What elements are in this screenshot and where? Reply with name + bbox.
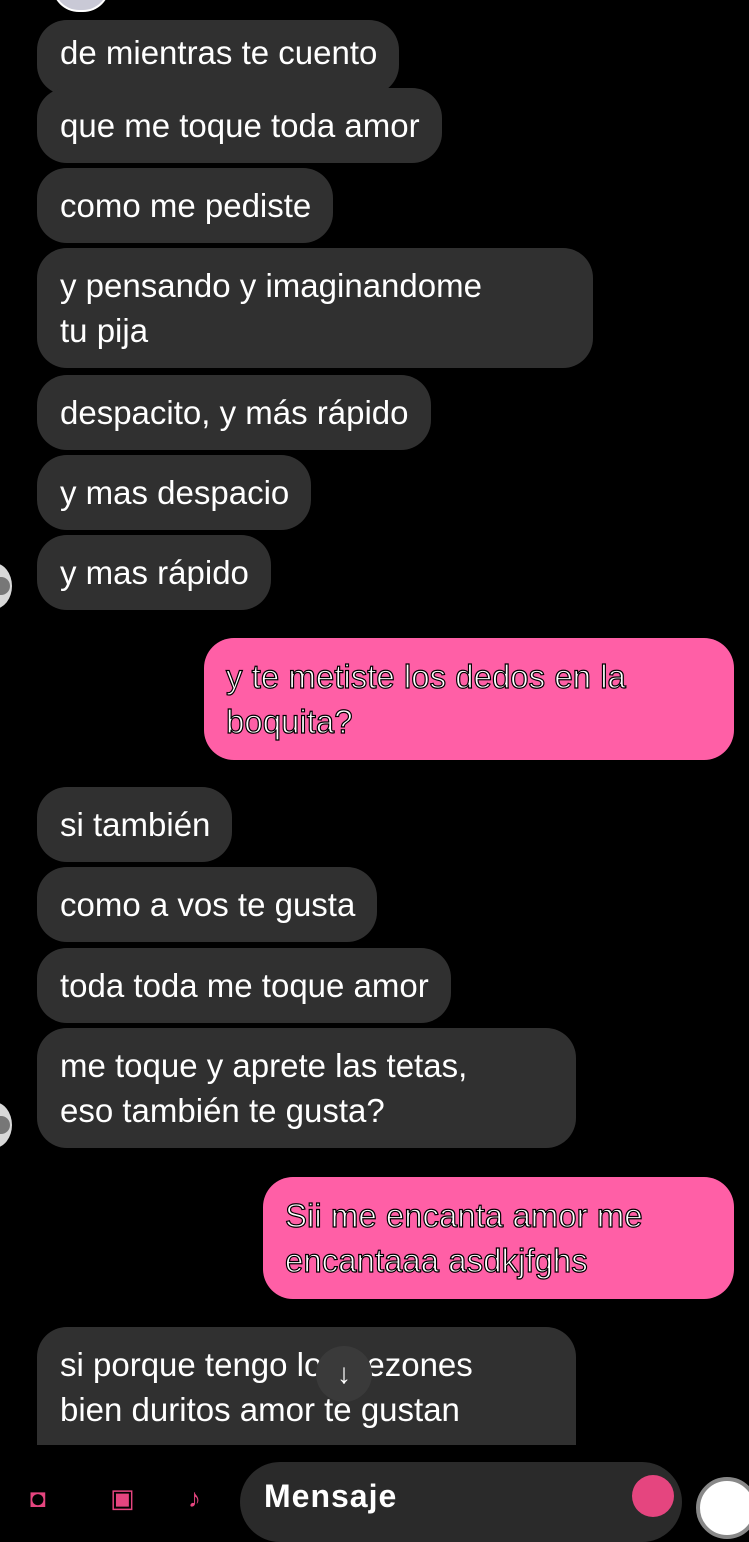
message-received[interactable]: si también	[37, 787, 233, 862]
message-input-placeholder: Mensaje	[264, 1478, 398, 1514]
contact-avatar[interactable]	[52, 0, 110, 12]
message-received[interactable]: y pensando y imaginandome tu pija	[37, 248, 593, 368]
message-sent[interactable]: y te metiste los dedos en la boquita?	[204, 638, 734, 760]
sticker-icon[interactable]	[632, 1475, 674, 1517]
message-received[interactable]: como me pediste	[37, 168, 334, 243]
message-received[interactable]: toda toda me toque amor	[37, 948, 451, 1023]
like-button[interactable]	[696, 1477, 749, 1539]
message-received[interactable]: me toque y aprete las tetas, eso también…	[37, 1028, 576, 1148]
message-received[interactable]: de mientras te cuento	[37, 20, 400, 95]
message-sent[interactable]: Sii me encanta amor me encantaaa asdkjfg…	[263, 1177, 734, 1299]
message-received[interactable]: despacito, y más rápido	[37, 375, 431, 450]
arrow-down-icon: ↓	[337, 1358, 351, 1389]
contact-avatar[interactable]	[0, 563, 12, 609]
contact-avatar[interactable]	[0, 1102, 12, 1148]
message-received[interactable]: y mas rápido	[37, 535, 271, 610]
message-received[interactable]: si porque tengo los pezones bien duritos…	[37, 1327, 576, 1445]
composer-input-area: Mensaje	[0, 1445, 749, 1542]
scroll-to-bottom-button[interactable]: ↓	[316, 1346, 372, 1402]
message-received[interactable]: y mas despacio	[37, 455, 312, 530]
message-received[interactable]: como a vos te gusta	[37, 867, 378, 942]
message-received[interactable]: que me toque toda amor	[37, 88, 442, 163]
